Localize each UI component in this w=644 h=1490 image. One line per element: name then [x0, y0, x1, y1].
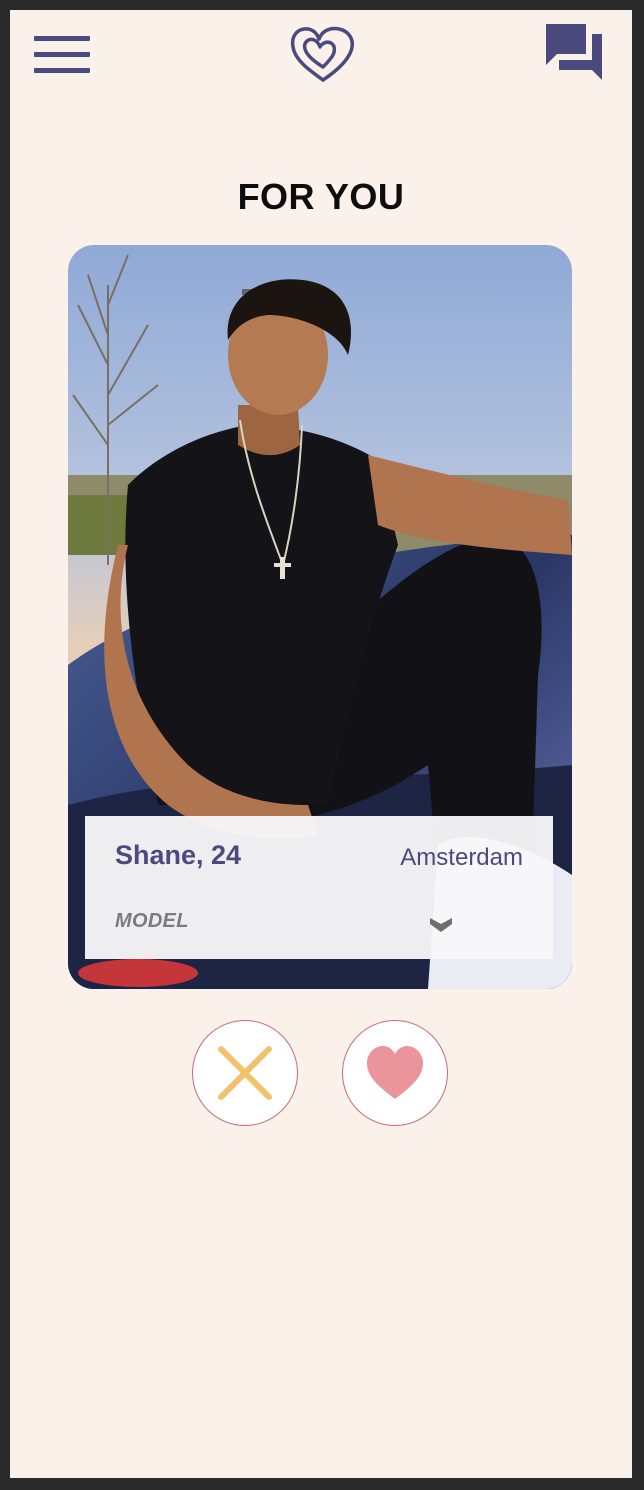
chat-bubbles-icon[interactable] — [543, 22, 605, 82]
app-screen: FOR YOU Shane, 24 Amsterdam MODEL — [10, 10, 632, 1478]
reject-button[interactable] — [192, 1020, 298, 1126]
profile-city: Amsterdam — [400, 844, 523, 871]
close-x-icon — [218, 1046, 272, 1100]
chevron-down-icon[interactable] — [427, 914, 455, 936]
page-title: FOR YOU — [237, 176, 405, 217]
profile-profession: MODEL — [115, 910, 189, 932]
profile-info-panel: Shane, 24 Amsterdam MODEL — [85, 816, 553, 959]
profile-card[interactable]: Shane, 24 Amsterdam MODEL — [68, 245, 572, 989]
like-button[interactable] — [342, 1020, 448, 1126]
hamburger-menu-icon[interactable] — [34, 34, 90, 76]
heart-icon — [367, 1046, 423, 1099]
double-heart-logo-icon[interactable] — [289, 20, 357, 84]
profile-name-age: Shane, 24 — [115, 840, 242, 870]
